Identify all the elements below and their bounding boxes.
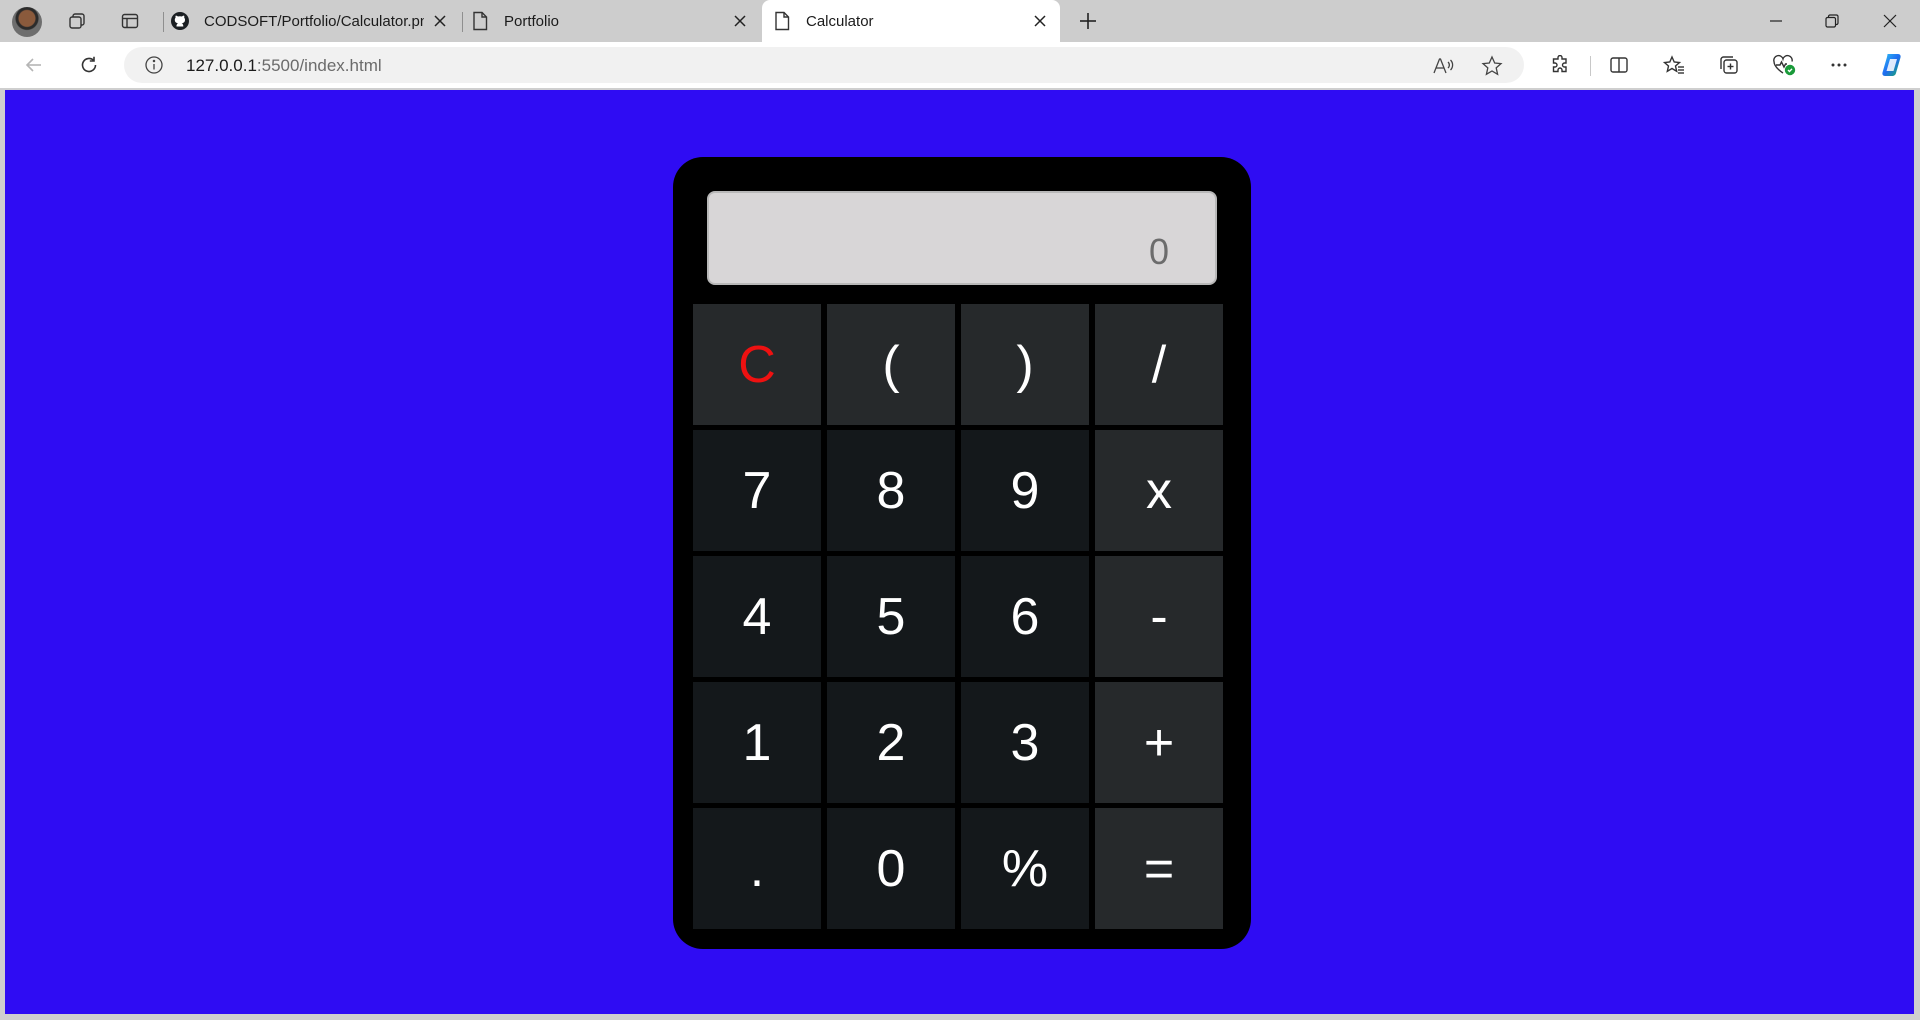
digit-2-button[interactable]: 2 bbox=[827, 682, 955, 803]
close-window-button[interactable] bbox=[1862, 0, 1918, 42]
add-button[interactable]: + bbox=[1095, 682, 1223, 803]
tab-title: Calculator bbox=[806, 12, 874, 30]
workspaces-icon[interactable] bbox=[61, 6, 93, 36]
new-tab-button[interactable] bbox=[1073, 6, 1103, 36]
close-paren-button[interactable]: ) bbox=[961, 304, 1089, 425]
digit-8-button[interactable]: 8 bbox=[827, 430, 955, 551]
percent-button[interactable]: % bbox=[961, 808, 1089, 929]
tab-strip: CODSOFT/Portfolio/Calculator.png Portfol… bbox=[0, 0, 1920, 42]
equals-button[interactable]: = bbox=[1095, 808, 1223, 929]
minimize-button[interactable] bbox=[1748, 0, 1804, 42]
digit-3-button[interactable]: 3 bbox=[961, 682, 1089, 803]
close-tab-icon[interactable] bbox=[430, 11, 450, 31]
extensions-icon[interactable] bbox=[1544, 49, 1576, 81]
browser-essentials-icon[interactable] bbox=[1768, 49, 1800, 81]
digit-5-button[interactable]: 5 bbox=[827, 556, 955, 677]
multiply-button[interactable]: x bbox=[1095, 430, 1223, 551]
calculator: 0 C ( ) / 7 8 9 x 4 5 6 - 1 2 3 + . 0 % … bbox=[673, 157, 1251, 949]
restore-button[interactable] bbox=[1804, 0, 1860, 42]
github-icon bbox=[170, 11, 190, 31]
read-aloud-icon[interactable] bbox=[1430, 53, 1456, 79]
tab-calculator[interactable]: Calculator bbox=[762, 0, 1060, 42]
clear-button[interactable]: C bbox=[693, 304, 821, 425]
more-options-icon[interactable] bbox=[1823, 49, 1855, 81]
decimal-point-button[interactable]: . bbox=[693, 808, 821, 929]
divide-button[interactable]: / bbox=[1095, 304, 1223, 425]
digit-9-button[interactable]: 9 bbox=[961, 430, 1089, 551]
url-text: 127.0.0.1:5500/index.html bbox=[186, 56, 382, 76]
digit-1-button[interactable]: 1 bbox=[693, 682, 821, 803]
favorites-icon[interactable] bbox=[1658, 49, 1690, 81]
keypad: C ( ) / 7 8 9 x 4 5 6 - 1 2 3 + . 0 % = bbox=[693, 304, 1223, 929]
copilot-icon[interactable] bbox=[1876, 49, 1908, 81]
back-button[interactable] bbox=[18, 49, 50, 81]
digit-6-button[interactable]: 6 bbox=[961, 556, 1089, 677]
page-viewport: 0 C ( ) / 7 8 9 x 4 5 6 - 1 2 3 + . 0 % … bbox=[5, 90, 1914, 1014]
tab-title: Portfolio bbox=[504, 12, 560, 30]
favorite-star-icon[interactable] bbox=[1479, 53, 1505, 79]
browser-toolbar: 127.0.0.1:5500/index.html bbox=[0, 42, 1920, 88]
address-bar[interactable]: 127.0.0.1:5500/index.html bbox=[124, 47, 1524, 83]
profile-avatar[interactable] bbox=[12, 7, 42, 37]
page-icon bbox=[470, 11, 490, 31]
tab-title: CODSOFT/Portfolio/Calculator.png bbox=[204, 12, 424, 30]
split-screen-icon[interactable] bbox=[1603, 49, 1635, 81]
url-path: :5500/index.html bbox=[256, 56, 382, 75]
close-tab-icon[interactable] bbox=[730, 11, 750, 31]
subtract-button[interactable]: - bbox=[1095, 556, 1223, 677]
collections-icon[interactable] bbox=[1713, 49, 1745, 81]
reload-button[interactable] bbox=[73, 49, 105, 81]
digit-4-button[interactable]: 4 bbox=[693, 556, 821, 677]
close-tab-icon[interactable] bbox=[1030, 11, 1050, 31]
digit-0-button[interactable]: 0 bbox=[827, 808, 955, 929]
open-paren-button[interactable]: ( bbox=[827, 304, 955, 425]
tab-portfolio[interactable]: Portfolio bbox=[470, 0, 760, 42]
url-host: 127.0.0.1 bbox=[186, 56, 257, 75]
digit-7-button[interactable]: 7 bbox=[693, 430, 821, 551]
site-info-icon[interactable] bbox=[144, 55, 164, 75]
page-icon bbox=[772, 11, 792, 31]
display-value: 0 bbox=[1148, 231, 1169, 272]
tab-github-calculator[interactable]: CODSOFT/Portfolio/Calculator.png bbox=[170, 0, 460, 42]
tab-actions-icon[interactable] bbox=[114, 6, 146, 36]
calculator-display: 0 bbox=[707, 191, 1217, 285]
